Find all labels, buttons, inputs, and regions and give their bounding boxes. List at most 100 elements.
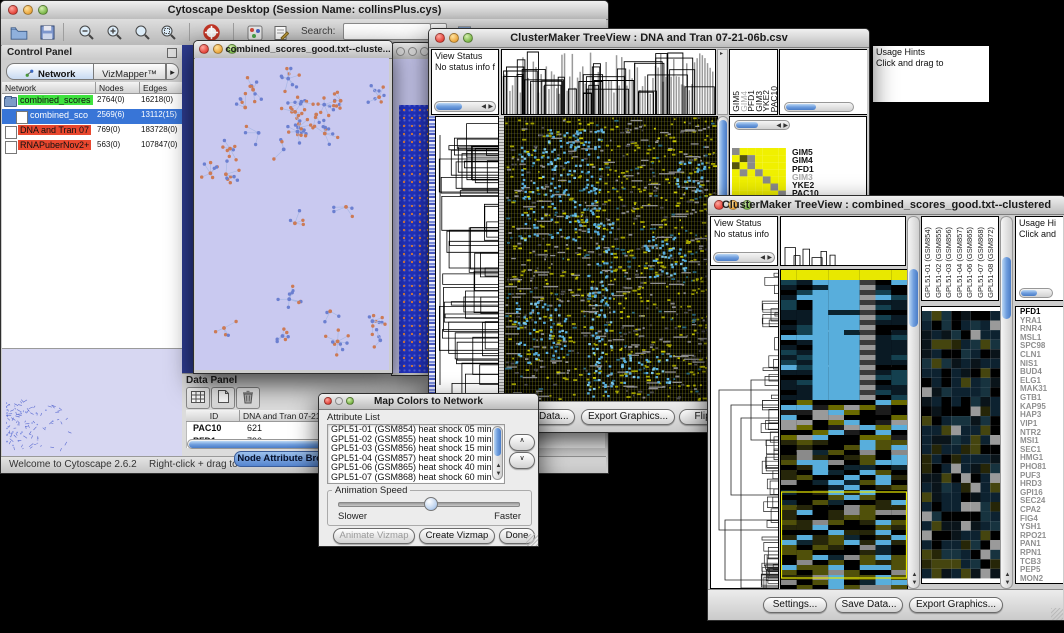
close-button[interactable]	[396, 47, 405, 56]
network-name: RNAPuberNov2+	[18, 140, 91, 150]
tab-overflow-arrow[interactable]: ▸	[166, 63, 179, 80]
attribute-list[interactable]: GPL51-01 (GSM854) heat shock 05 minGPL51…	[327, 424, 505, 484]
treeview-dna-titlebar[interactable]: ClusterMaker TreeView : DNA and Tran 07-…	[429, 29, 869, 48]
attribute-list-scrollbar[interactable]: ▲▼	[492, 426, 503, 480]
global-heatmap[interactable]	[504, 116, 718, 403]
birdseye-network-thumbnail	[6, 387, 92, 453]
main-titlebar[interactable]: Cytoscape Desktop (Session Name: collins…	[1, 1, 608, 20]
row-dendrogram[interactable]	[710, 269, 779, 589]
network-table-header: Network Nodes Edges	[2, 82, 182, 94]
row-dendrogram[interactable]	[435, 116, 499, 401]
view-status-hscrollbar[interactable]: ◀▶	[434, 101, 496, 112]
move-down-button[interactable]: ∨	[509, 452, 535, 469]
animation-speed-label: Animation Speed	[332, 485, 410, 496]
zoom-selected-icon[interactable]	[131, 22, 155, 43]
network-file-icon	[5, 141, 17, 154]
network-canvas-2[interactable]	[393, 59, 428, 373]
network-nodes: 563(0)	[97, 140, 120, 149]
network-row-list: combined_scores 2764(0) 16218(0) combine…	[2, 94, 182, 154]
tab-network[interactable]: Network	[6, 63, 94, 80]
dialog-button[interactable]: Create Vizmap	[419, 528, 495, 544]
tab-vizmapper[interactable]: VizMapper™	[94, 63, 166, 80]
data-col-id: ID	[186, 410, 240, 422]
status-welcome: Welcome to Cytoscape 2.6.2	[9, 459, 137, 470]
gene-label-list: PFD1YRA1RNR4MSL1SPC98CLN1NIS1BUD4ELG1MAK…	[1016, 308, 1063, 317]
usage-hints-text: Click and	[1016, 229, 1063, 240]
minimize-button[interactable]	[408, 47, 417, 56]
network-folder-icon	[4, 97, 17, 107]
control-panel: Control Panel Network VizMapper™ ▸ Netwo…	[2, 45, 183, 456]
treeview-combined-window: ClusterMaker TreeView : combined_scores_…	[707, 195, 1064, 621]
array-label: GPL51-06 (GSM865)	[965, 227, 976, 298]
array-label: GPL51-03 (GSM856)	[944, 227, 955, 298]
birdseye-view[interactable]	[2, 348, 182, 457]
move-up-button[interactable]: ∧	[509, 434, 535, 451]
map-colors-dialog: Map Colors to Network Attribute List GPL…	[318, 393, 539, 547]
dialog-titlebar[interactable]: Map Colors to Network	[319, 394, 538, 410]
heatmap-vscrollbar[interactable]: ▲▼	[907, 216, 920, 589]
array-label-list: GPL51-01 (GSM854)GPL51-02 (GSM855)GPL51-…	[923, 217, 997, 298]
zoom-fit-icon[interactable]	[157, 22, 181, 43]
zoom-heatmap-svg	[922, 311, 1000, 579]
table-mode-icon[interactable]	[186, 387, 210, 409]
gene-labels-panel[interactable]: PFD1YRA1RNR4MSL1SPC98CLN1NIS1BUD4ELG1MAK…	[1015, 306, 1063, 584]
array-label: GPL51-02 (GSM855)	[934, 227, 945, 298]
open-session-icon[interactable]	[7, 22, 31, 43]
network-canvas-1[interactable]	[195, 58, 389, 370]
main-heatmap-svg	[781, 270, 907, 590]
network-table: combined_scores 2764(0) 16218(0) combine…	[2, 94, 182, 348]
array-labels-panel[interactable]: GIM5GIM4PFD1GIM3YKE2PAC10	[729, 49, 778, 115]
zoom-heatmap-matrix[interactable]	[732, 148, 786, 198]
scroll-strip[interactable]: ▸	[717, 49, 728, 115]
network-table-row[interactable]: DNA and Tran 07 769(0) 183728(0)	[2, 124, 182, 139]
attribute-item[interactable]: GPL51-07 (GSM868) heat shock 60 min	[328, 473, 504, 483]
usage-hints-panel: Usage Hi Click and	[1015, 216, 1063, 301]
zoom-panel-hscrollbar[interactable]: ◀▶	[734, 120, 790, 130]
speed-slider-thumb[interactable]	[424, 497, 438, 511]
treeview-button[interactable]: Export Graphics...	[909, 597, 1003, 613]
animation-speed-group: Animation Speed Slower Faster	[327, 490, 532, 526]
treeview-button[interactable]: Export Graphics...	[581, 409, 675, 425]
network-table-row[interactable]: combined_scores 2764(0) 16218(0)	[2, 94, 182, 109]
new-attribute-icon[interactable]	[211, 387, 235, 409]
view-status-panel: View Status No status info ◀▶	[710, 216, 778, 266]
network-file-icon	[16, 111, 28, 124]
treeview-combined-title: ClusterMaker TreeView : combined_scores_…	[708, 199, 1064, 211]
usage-hints-hscrollbar[interactable]	[1019, 288, 1053, 298]
treeview-button[interactable]: Settings...	[763, 597, 827, 613]
resize-grip[interactable]	[526, 534, 538, 546]
column-dendrogram[interactable]	[780, 216, 906, 266]
array-label: PAC10	[770, 86, 778, 112]
dialog-button[interactable]: Animate Vizmap	[333, 528, 415, 544]
slower-label: Slower	[338, 511, 367, 522]
array-labels-panel[interactable]: GPL51-01 (GSM854)GPL51-02 (GSM855)GPL51-…	[921, 216, 999, 301]
zoom-out-icon[interactable]	[75, 22, 99, 43]
main-heatmap[interactable]	[780, 269, 908, 591]
array-label: GPL51-08 (GSM872)	[986, 227, 997, 298]
column-dendrogram[interactable]	[501, 49, 716, 115]
network-table-row[interactable]: RNAPuberNov2+ 563(0) 107847(0)	[2, 139, 182, 154]
attribute-items: GPL51-01 (GSM854) heat shock 05 minGPL51…	[328, 425, 504, 482]
float-panel-icon[interactable]	[167, 48, 177, 58]
network-window-2	[391, 42, 430, 376]
dense-network-block	[399, 105, 428, 373]
resize-grip[interactable]	[1051, 608, 1063, 620]
zoom-gene-labels[interactable]: GIM5GIM4PFD1GIM3YKE2PAC10	[792, 148, 852, 198]
main-window-title: Cytoscape Desktop (Session Name: collins…	[1, 4, 608, 16]
treeview-button[interactable]: Save Data...	[835, 597, 903, 613]
zoom-vscrollbar[interactable]: ▲▼	[1000, 216, 1013, 589]
delete-attribute-icon[interactable]	[236, 387, 260, 409]
save-session-icon[interactable]	[35, 22, 59, 43]
usage-hints-hscrollbar[interactable]	[784, 102, 854, 112]
treeview-combined-titlebar[interactable]: ClusterMaker TreeView : combined_scores_…	[708, 196, 1064, 215]
zoom-in-icon[interactable]	[103, 22, 127, 43]
gene-label[interactable]: MON2	[1018, 575, 1063, 584]
search-input[interactable]	[343, 23, 431, 40]
zoom-heatmap[interactable]	[921, 306, 1001, 584]
network-table-row[interactable]: combined_sco 2569(6) 13112(15)	[2, 109, 182, 124]
network-name: combined_sco	[28, 110, 90, 120]
view-status-hscrollbar[interactable]: ◀▶	[713, 252, 775, 263]
network-nodes: 2764(0)	[97, 95, 125, 104]
control-panel-title: Control Panel	[7, 47, 72, 58]
column-dendrogram-svg	[502, 50, 715, 114]
